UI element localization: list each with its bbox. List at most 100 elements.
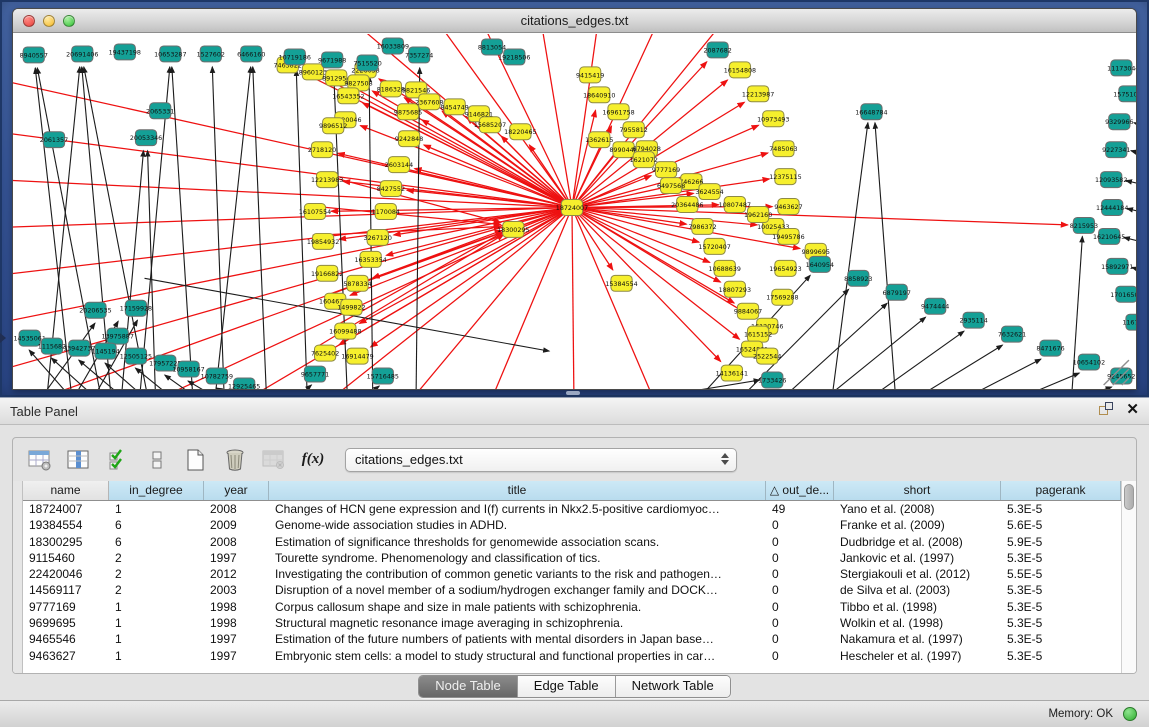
network-node[interactable]: 8471676 bbox=[1036, 340, 1064, 356]
network-node[interactable]: 1640954 bbox=[806, 256, 834, 272]
network-node[interactable]: 17569288 bbox=[766, 289, 798, 305]
column-header-name[interactable]: name bbox=[23, 481, 109, 500]
network-node[interactable]: 2061357 bbox=[40, 132, 68, 148]
scrollbar-thumb[interactable] bbox=[1124, 484, 1134, 510]
network-node[interactable]: 12093582 bbox=[1095, 172, 1127, 188]
network-node[interactable]: 16961758 bbox=[602, 104, 634, 120]
network-node[interactable]: 16210645 bbox=[1093, 228, 1125, 244]
network-node[interactable]: 1499822 bbox=[337, 299, 365, 315]
network-view-window[interactable]: citations_edges.txt 74638228960123891295… bbox=[12, 8, 1137, 390]
network-node[interactable]: 1115682 bbox=[38, 338, 66, 354]
network-node[interactable]: 18220465 bbox=[504, 124, 536, 140]
network-node[interactable]: 19654923 bbox=[769, 260, 801, 276]
network-node[interactable]: 2087682 bbox=[703, 42, 731, 58]
network-node[interactable]: 2603144 bbox=[385, 157, 413, 173]
network-node[interactable]: 6497568 bbox=[657, 178, 685, 194]
network-node[interactable]: 10782759 bbox=[201, 368, 233, 384]
collapse-panel-icon[interactable] bbox=[0, 333, 6, 343]
network-node[interactable]: 8940557 bbox=[20, 47, 48, 63]
network-node[interactable]: 6879197 bbox=[883, 284, 911, 300]
network-node[interactable]: 10807487 bbox=[719, 197, 751, 213]
table-settings-icon[interactable] bbox=[27, 447, 53, 473]
network-node[interactable]: 1170084 bbox=[372, 204, 400, 220]
network-node[interactable]: 9415419 bbox=[576, 67, 604, 83]
network-node[interactable]: 9884067 bbox=[734, 303, 762, 319]
network-node[interactable]: 8427552 bbox=[377, 181, 405, 197]
network-node[interactable]: 14136141 bbox=[716, 365, 748, 381]
network-node[interactable]: 7357274 bbox=[405, 47, 433, 63]
table-row[interactable]: 1456911722003Disruption of a novel membe… bbox=[23, 582, 1121, 598]
network-node[interactable]: 1362615 bbox=[585, 132, 613, 148]
delete-column-icon[interactable] bbox=[222, 447, 248, 473]
network-node[interactable]: 7515520 bbox=[353, 55, 381, 71]
network-node[interactable]: 1167533 bbox=[1122, 314, 1136, 330]
network-node[interactable]: 3267120 bbox=[364, 229, 392, 245]
network-node[interactable]: 12375115 bbox=[769, 169, 801, 185]
new-column-icon[interactable] bbox=[183, 447, 209, 473]
network-node[interactable]: 20691406 bbox=[66, 46, 98, 62]
network-node[interactable]: 20364486 bbox=[671, 197, 703, 213]
row-height-icon[interactable] bbox=[144, 447, 170, 473]
column-header-pagerank[interactable]: pagerank bbox=[1001, 481, 1121, 500]
network-node[interactable]: 19166822 bbox=[311, 265, 343, 281]
network-node[interactable]: 1145194 bbox=[91, 343, 119, 359]
network-node[interactable]: 19437198 bbox=[109, 44, 141, 60]
network-node[interactable]: 9227341 bbox=[1102, 142, 1130, 158]
table-row[interactable]: 946554611997Estimation of the future num… bbox=[23, 631, 1121, 647]
network-node[interactable]: 9671988 bbox=[318, 52, 346, 68]
network-canvas-container[interactable]: 7463822896012389129542226058982750816543… bbox=[13, 34, 1136, 389]
network-node[interactable]: 7485063 bbox=[769, 141, 797, 157]
network-node[interactable]: 6466160 bbox=[237, 46, 265, 62]
network-window-titlebar[interactable]: citations_edges.txt bbox=[13, 9, 1136, 33]
table-row[interactable]: 977716911998Corpus callosum shape and si… bbox=[23, 599, 1121, 615]
network-node[interactable]: 18807293 bbox=[719, 281, 751, 297]
show-columns-icon[interactable] bbox=[66, 447, 92, 473]
network-select-dropdown[interactable]: citations_edges.txt bbox=[345, 448, 737, 472]
network-node[interactable]: 7632621 bbox=[998, 326, 1026, 342]
network-node[interactable]: 8858923 bbox=[844, 270, 872, 286]
network-node[interactable]: 8813054 bbox=[478, 39, 506, 55]
network-node[interactable]: 9474444 bbox=[921, 298, 949, 314]
network-node[interactable]: 10973493 bbox=[757, 111, 789, 127]
splitter-handle[interactable] bbox=[566, 391, 580, 395]
network-node[interactable]: 15751074 bbox=[1113, 86, 1136, 102]
tab-network-table[interactable]: Network Table bbox=[616, 676, 730, 697]
float-window-icon[interactable] bbox=[1099, 402, 1114, 417]
network-node[interactable]: 12444184 bbox=[1096, 200, 1128, 216]
tab-edge-table[interactable]: Edge Table bbox=[518, 676, 616, 697]
network-node[interactable]: 2718120 bbox=[308, 142, 336, 158]
network-node[interactable]: 7986372 bbox=[688, 218, 716, 234]
table-row[interactable]: 911546021997Tourette syndrome. Phenomeno… bbox=[23, 550, 1121, 566]
network-node[interactable]: 9657771 bbox=[301, 366, 329, 382]
column-header-in-degree[interactable]: in_degree bbox=[109, 481, 204, 500]
memory-ok-indicator[interactable] bbox=[1123, 707, 1137, 721]
network-node[interactable]: 10688639 bbox=[709, 260, 741, 276]
network-node[interactable]: 3624554 bbox=[695, 184, 723, 200]
network-node[interactable]: 8215953 bbox=[1070, 217, 1098, 233]
network-node[interactable]: 2935114 bbox=[959, 312, 987, 328]
network-node[interactable]: 9329966 bbox=[1105, 114, 1133, 130]
column-header-out-de-[interactable]: △ out_de... bbox=[766, 481, 834, 500]
column-header-short[interactable]: short bbox=[834, 481, 1001, 500]
network-node[interactable]: 16353354 bbox=[354, 251, 386, 267]
network-node[interactable]: 7955812 bbox=[620, 122, 648, 138]
table-scrollbar[interactable] bbox=[1121, 481, 1136, 673]
network-node[interactable]: 1962160 bbox=[744, 207, 772, 223]
network-node[interactable]: 1621072 bbox=[630, 152, 658, 168]
network-canvas[interactable]: 7463822896012389129542226058982750816543… bbox=[13, 34, 1136, 389]
network-node[interactable]: 10654102 bbox=[1073, 354, 1105, 370]
network-node[interactable]: 9777169 bbox=[652, 162, 680, 178]
tab-node-table[interactable]: Node Table bbox=[419, 676, 518, 697]
column-header-year[interactable]: year bbox=[204, 481, 269, 500]
select-columns-icon[interactable] bbox=[105, 447, 131, 473]
network-node[interactable]: 15720407 bbox=[698, 238, 730, 254]
network-node[interactable]: 9875685 bbox=[394, 104, 422, 120]
network-node[interactable]: 1615152 bbox=[744, 326, 772, 342]
table-row[interactable]: 2242004622012Investigating the contribut… bbox=[23, 566, 1121, 582]
network-node[interactable]: 9463627 bbox=[774, 199, 802, 215]
network-node[interactable]: 20206535 bbox=[79, 302, 111, 318]
network-node[interactable]: 10653287 bbox=[154, 46, 186, 62]
table-row[interactable]: 1938455462009Genome-wide association stu… bbox=[23, 517, 1121, 533]
network-node[interactable]: 2065331 bbox=[146, 103, 174, 119]
table-row[interactable]: 1830029562008Estimation of significance … bbox=[23, 534, 1121, 550]
